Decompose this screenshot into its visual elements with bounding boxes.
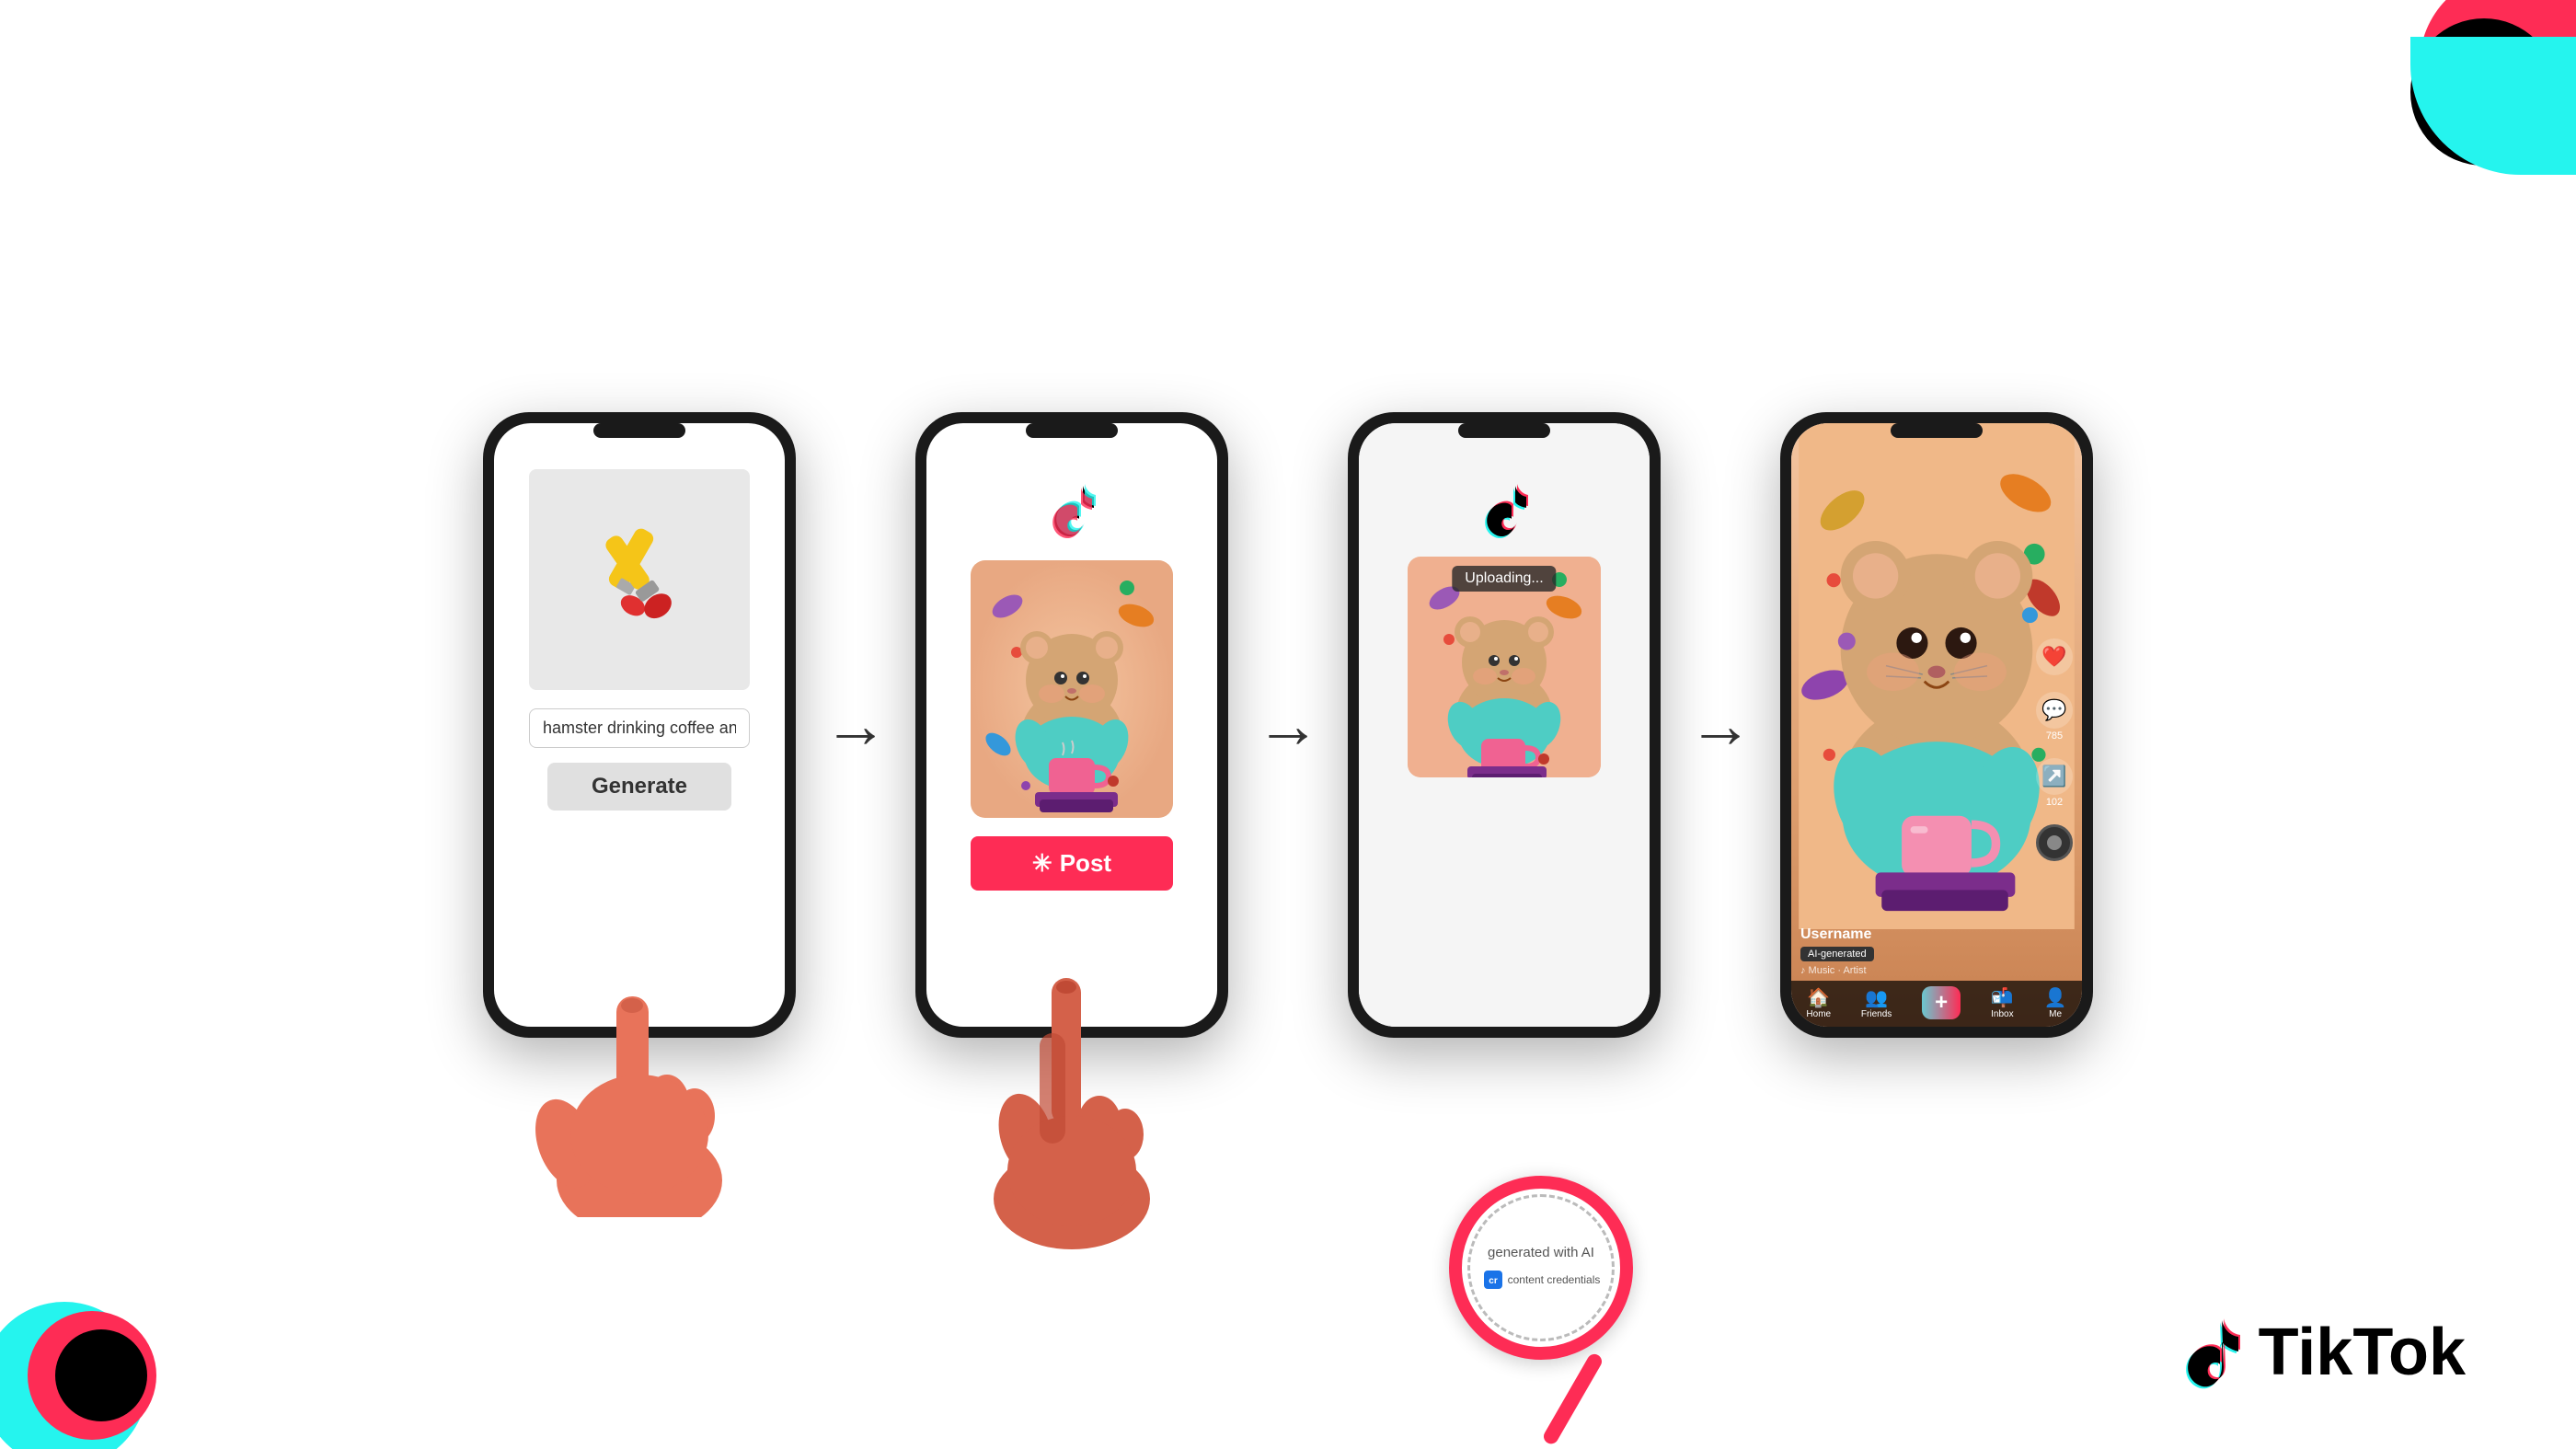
arrow-2: → bbox=[1256, 688, 1320, 762]
paintbrush-svg bbox=[575, 515, 704, 644]
step-3-wrapper: Uploading... generated with AI bbox=[1348, 412, 1661, 1038]
ai-image-area bbox=[529, 469, 750, 690]
side-actions: ❤️ 💬 785 ↗️ 102 bbox=[2036, 638, 2073, 861]
post-sparkle-icon: ✳ bbox=[1032, 849, 1052, 878]
phone-3-content: Uploading... bbox=[1359, 423, 1650, 1027]
home-label: Home bbox=[1806, 1009, 1831, 1019]
phone-4-screen: ❤️ 💬 785 ↗️ 102 bbox=[1791, 423, 2082, 1027]
inbox-icon: 📬 bbox=[1991, 986, 2014, 1009]
music-disc bbox=[2036, 824, 2073, 861]
nav-friends[interactable]: 👥 Friends bbox=[1861, 986, 1892, 1019]
generate-button[interactable]: Generate bbox=[547, 763, 731, 811]
svg-text:cr: cr bbox=[1489, 1276, 1498, 1286]
nav-inbox[interactable]: 📬 Inbox bbox=[1991, 986, 2014, 1019]
comment-count: 785 bbox=[2046, 730, 2063, 742]
ai-generated-badge: AI-generated bbox=[1800, 947, 1874, 961]
phone-1-notch bbox=[593, 423, 685, 438]
phone-4: ❤️ 💬 785 ↗️ 102 bbox=[1780, 412, 2093, 1038]
phone-4-notch bbox=[1891, 423, 1983, 438]
music-label: ♪ Music · Artist bbox=[1800, 965, 1874, 976]
nav-create[interactable]: + bbox=[1922, 986, 1961, 1019]
credentials-text: content credentials bbox=[1508, 1273, 1601, 1286]
generated-with-ai-text: generated with AI bbox=[1488, 1244, 1594, 1262]
step-2-wrapper: ✳ Post bbox=[915, 412, 1228, 1038]
step-4-wrapper: ❤️ 💬 785 ↗️ 102 bbox=[1780, 412, 2093, 1038]
step-1-wrapper: Generate bbox=[483, 412, 796, 1038]
nav-home[interactable]: 🏠 Home bbox=[1806, 986, 1831, 1019]
username-label: Username bbox=[1800, 926, 1874, 943]
phone-3-notch bbox=[1458, 423, 1550, 438]
arrow-3: → bbox=[1688, 688, 1753, 762]
phone-3: Uploading... bbox=[1348, 412, 1661, 1038]
heart-icon: ❤️ bbox=[2036, 638, 2073, 675]
like-action[interactable]: ❤️ bbox=[2036, 638, 2073, 675]
share-icon: ↗️ bbox=[2036, 758, 2073, 795]
hamster-image-3: Uploading... bbox=[1408, 557, 1601, 777]
share-action[interactable]: ↗️ 102 bbox=[2036, 758, 2073, 808]
comment-icon: 💬 bbox=[2036, 692, 2073, 729]
comment-action[interactable]: 💬 785 bbox=[2036, 692, 2073, 742]
tiktok-feed-content: ❤️ 💬 785 ↗️ 102 bbox=[1791, 423, 2082, 1027]
tiktok-branding: TikTok bbox=[2170, 1311, 2466, 1394]
main-content: Generate → bbox=[0, 0, 2576, 1449]
arrow-1: → bbox=[823, 688, 888, 762]
tiktok-logo-3 bbox=[1477, 478, 1532, 546]
phone-2-notch bbox=[1026, 423, 1118, 438]
content-credentials-logo: cr content credentials bbox=[1482, 1269, 1601, 1291]
create-icon: + bbox=[1935, 990, 1948, 1016]
bottom-nav: 🏠 Home 👥 Friends + 📬 Inbox bbox=[1791, 981, 2082, 1027]
hamster-image-2 bbox=[971, 560, 1173, 818]
phone-3-screen: Uploading... bbox=[1359, 423, 1650, 1027]
me-icon: 👤 bbox=[2044, 986, 2067, 1009]
friends-icon: 👥 bbox=[1865, 986, 1888, 1009]
tiktok-brand-text: TikTok bbox=[2259, 1315, 2466, 1390]
home-icon: 🏠 bbox=[1807, 986, 1830, 1009]
inbox-label: Inbox bbox=[1991, 1009, 2013, 1019]
me-label: Me bbox=[2049, 1009, 2062, 1019]
hand-1 bbox=[511, 923, 768, 1222]
prompt-input[interactable] bbox=[529, 708, 750, 748]
tiktok-logo-2 bbox=[1044, 478, 1099, 546]
user-info-overlay: Username AI-generated ♪ Music · Artist bbox=[1800, 926, 1874, 976]
hamster-illustration-2 bbox=[971, 560, 1173, 818]
friends-label: Friends bbox=[1861, 1009, 1892, 1019]
hand-2 bbox=[952, 923, 1191, 1259]
tiktok-brand-logo bbox=[2170, 1311, 2244, 1394]
magnifying-glass: generated with AI cr content credentials bbox=[1449, 1176, 1633, 1360]
post-button[interactable]: ✳ Post bbox=[971, 836, 1173, 891]
nav-me[interactable]: 👤 Me bbox=[2044, 986, 2067, 1019]
share-count: 102 bbox=[2046, 797, 2063, 808]
uploading-badge: Uploading... bbox=[1452, 566, 1556, 592]
